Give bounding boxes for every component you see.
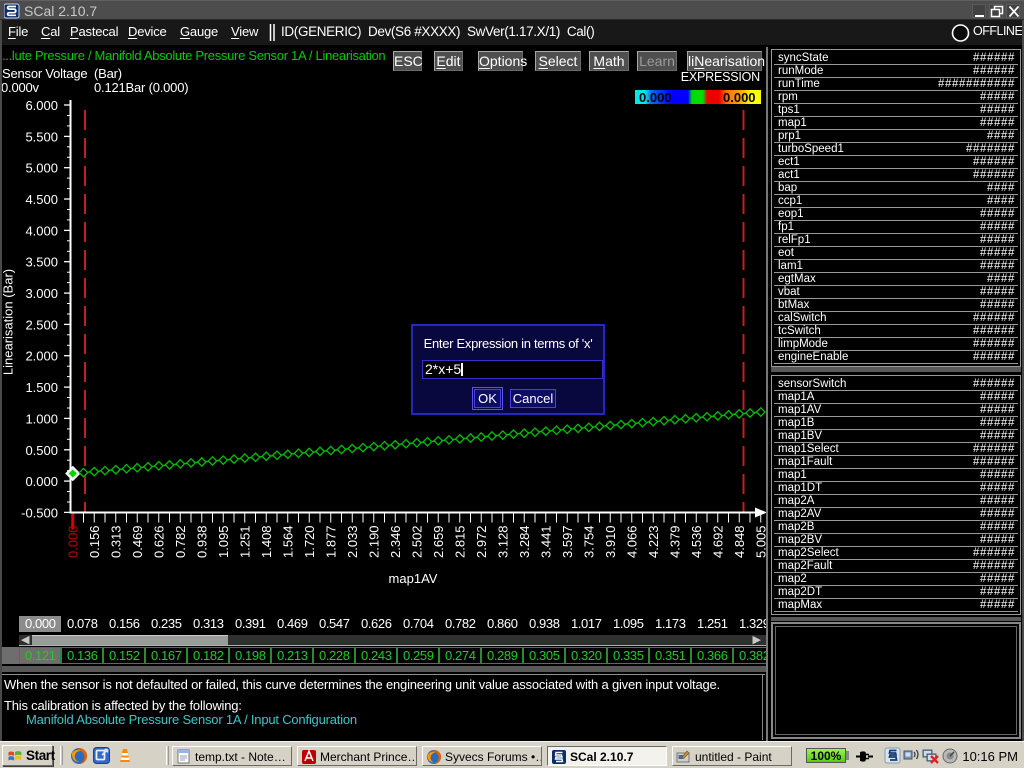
svg-text:2.815: 2.815: [452, 525, 467, 558]
svg-text:5.000: 5.000: [25, 161, 58, 176]
svg-text:3.128: 3.128: [495, 525, 510, 558]
svg-text:4.379: 4.379: [667, 525, 682, 558]
svg-text:0.782: 0.782: [173, 525, 188, 558]
svg-text:2.502: 2.502: [409, 525, 424, 558]
svg-text:1.000: 1.000: [25, 411, 58, 426]
svg-text:1.095: 1.095: [216, 525, 231, 558]
svg-text:0.938: 0.938: [194, 525, 209, 558]
svg-text:5.500: 5.500: [25, 129, 58, 144]
svg-text:6.000: 6.000: [25, 98, 58, 113]
svg-text:2.190: 2.190: [366, 525, 381, 558]
svg-text:4.848: 4.848: [732, 525, 747, 558]
svg-text:3.441: 3.441: [538, 525, 553, 558]
svg-text:0.313: 0.313: [108, 525, 123, 558]
svg-text:0.000: 0.000: [25, 474, 58, 489]
svg-text:0.626: 0.626: [151, 525, 166, 558]
svg-text:3.500: 3.500: [25, 255, 58, 270]
svg-text:1.251: 1.251: [237, 525, 252, 558]
svg-text:2.000: 2.000: [25, 349, 58, 364]
svg-text:4.000: 4.000: [25, 223, 58, 238]
svg-text:1.408: 1.408: [259, 525, 274, 558]
svg-text:1.877: 1.877: [323, 525, 338, 558]
svg-text:2.346: 2.346: [388, 525, 403, 558]
svg-text:2.033: 2.033: [345, 525, 360, 558]
svg-text:0.469: 0.469: [130, 525, 145, 558]
svg-text:-0.500: -0.500: [21, 505, 58, 520]
svg-text:3.754: 3.754: [581, 525, 596, 558]
svg-text:4.066: 4.066: [624, 525, 639, 558]
svg-text:4.692: 4.692: [710, 525, 725, 558]
svg-text:3.000: 3.000: [25, 286, 58, 301]
svg-text:1.500: 1.500: [25, 380, 58, 395]
svg-text:2.972: 2.972: [474, 525, 489, 558]
svg-text:3.284: 3.284: [517, 525, 532, 558]
svg-text:4.536: 4.536: [689, 525, 704, 558]
svg-text:1.720: 1.720: [302, 525, 317, 558]
svg-text:4.500: 4.500: [25, 192, 58, 207]
svg-text:2.659: 2.659: [431, 525, 446, 558]
svg-text:map1AV: map1AV: [389, 571, 438, 586]
svg-text:2.500: 2.500: [25, 317, 58, 332]
svg-text:Linearisation (Bar): Linearisation (Bar): [1, 269, 16, 375]
svg-text:1.564: 1.564: [280, 525, 295, 558]
svg-text:3.597: 3.597: [560, 525, 575, 558]
svg-text:0.500: 0.500: [25, 443, 58, 458]
svg-text:4.223: 4.223: [646, 525, 661, 558]
svg-text:0.000: 0.000: [65, 525, 80, 558]
svg-text:0.156: 0.156: [87, 525, 102, 558]
svg-text:3.910: 3.910: [603, 525, 618, 558]
